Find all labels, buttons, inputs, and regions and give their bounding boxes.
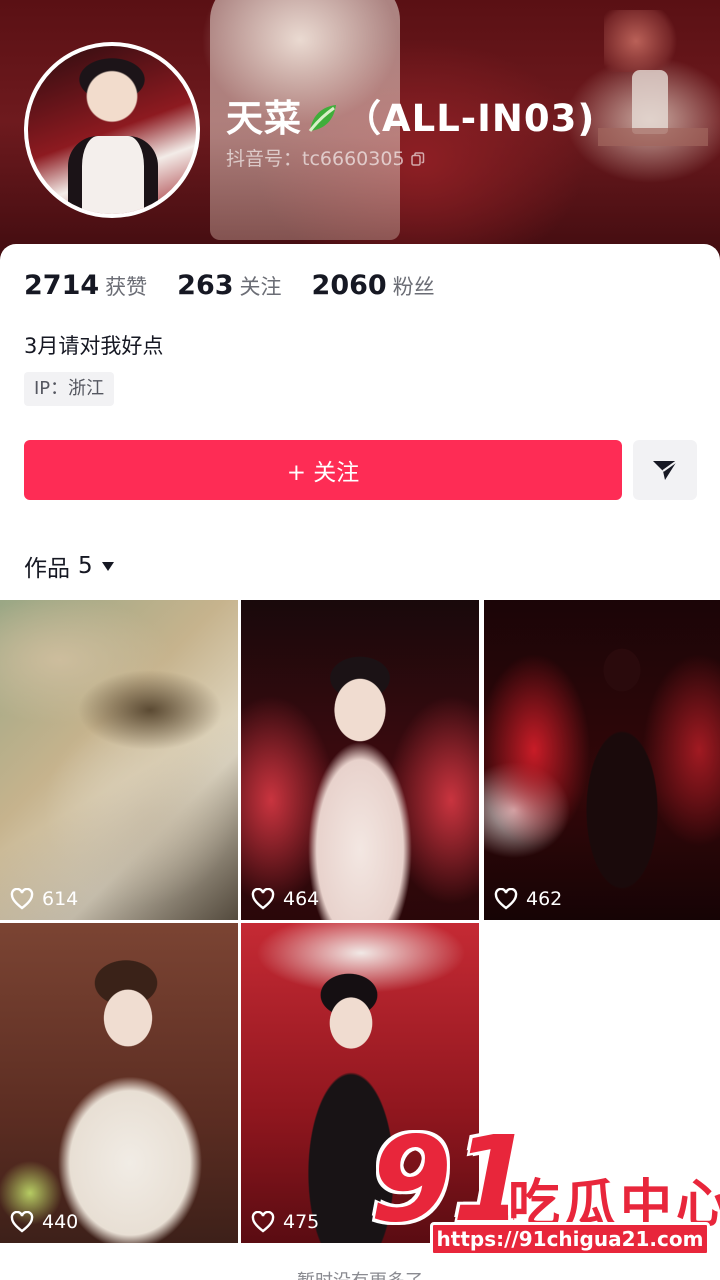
no-more-content-text: 暂时没有更多了 xyxy=(0,1267,720,1280)
stat-followers-value: 2060 xyxy=(311,270,387,301)
douyin-id-row[interactable]: 抖音号：tc6660305 xyxy=(226,144,425,171)
like-count: 464 xyxy=(251,888,319,910)
like-count: 462 xyxy=(494,888,562,910)
profile-stats: 2714 获赞 263 关注 2060 粉丝 xyxy=(24,270,465,301)
like-count-value: 475 xyxy=(283,1211,320,1233)
douyin-id-value: tc6660305 xyxy=(302,148,405,170)
avatar-illustration xyxy=(68,136,158,214)
bok-choy-icon xyxy=(308,105,336,132)
heart-icon xyxy=(10,888,34,910)
site-watermark: 91 吃瓜中心 https://91chigua21.com xyxy=(370,1120,720,1260)
profile-header-banner: 天菜 （ALL-IN03) 抖音号：tc6660305 xyxy=(0,0,720,270)
ip-location-badge: IP：浙江 xyxy=(24,372,115,406)
like-count: 475 xyxy=(251,1211,319,1233)
work-tile[interactable]: 462 xyxy=(484,600,720,920)
like-count-value: 462 xyxy=(526,888,563,910)
banner-photo-table xyxy=(598,128,708,258)
heart-icon xyxy=(10,1211,34,1233)
like-count-value: 614 xyxy=(42,888,79,910)
stat-likes[interactable]: 2714 获赞 xyxy=(24,270,147,301)
heart-icon xyxy=(251,1211,275,1233)
profile-bio: 3月请对我好点 xyxy=(24,334,164,358)
works-tab[interactable]: 作品 5 xyxy=(24,549,114,583)
like-count: 440 xyxy=(10,1211,78,1233)
avatar[interactable] xyxy=(24,42,200,218)
work-tile[interactable]: 440 xyxy=(0,923,238,1243)
stat-likes-value: 2714 xyxy=(24,270,100,301)
heart-icon xyxy=(494,888,518,910)
works-tab-label: 作品 xyxy=(24,556,70,582)
nickname-text: 天菜 xyxy=(226,97,302,140)
douyin-id-label: 抖音号： xyxy=(226,148,303,170)
profile-card: 2714 获赞 263 关注 2060 粉丝 3月请对我好点 IP：浙江 + 关… xyxy=(0,244,720,1280)
like-count-value: 440 xyxy=(42,1211,79,1233)
follow-button[interactable]: + 关注 xyxy=(24,440,622,500)
share-button[interactable] xyxy=(633,440,697,500)
stat-following-label: 关注 xyxy=(239,275,282,299)
work-tile[interactable]: 614 xyxy=(0,600,238,920)
work-tile[interactable]: 464 xyxy=(241,600,479,920)
caret-down-icon[interactable] xyxy=(101,561,114,571)
heart-icon xyxy=(251,888,275,910)
nickname-suffix: （ALL-IN03) xyxy=(344,97,596,140)
like-count: 614 xyxy=(10,888,78,910)
works-count: 5 xyxy=(78,553,93,579)
banner-photo-vase xyxy=(632,70,668,134)
stat-followers-label: 粉丝 xyxy=(392,275,435,299)
stat-followers[interactable]: 2060 粉丝 xyxy=(312,270,435,301)
send-icon xyxy=(653,460,678,480)
banner-photo-flowers xyxy=(604,10,684,72)
copy-icon[interactable] xyxy=(410,152,425,166)
like-count-value: 464 xyxy=(283,888,320,910)
stat-following[interactable]: 263 关注 xyxy=(177,270,281,301)
profile-nickname: 天菜 （ALL-IN03) xyxy=(226,88,595,142)
watermark-url: https://91chigua21.com xyxy=(430,1222,710,1256)
stat-likes-label: 获赞 xyxy=(105,275,148,299)
stat-following-value: 263 xyxy=(177,270,234,301)
